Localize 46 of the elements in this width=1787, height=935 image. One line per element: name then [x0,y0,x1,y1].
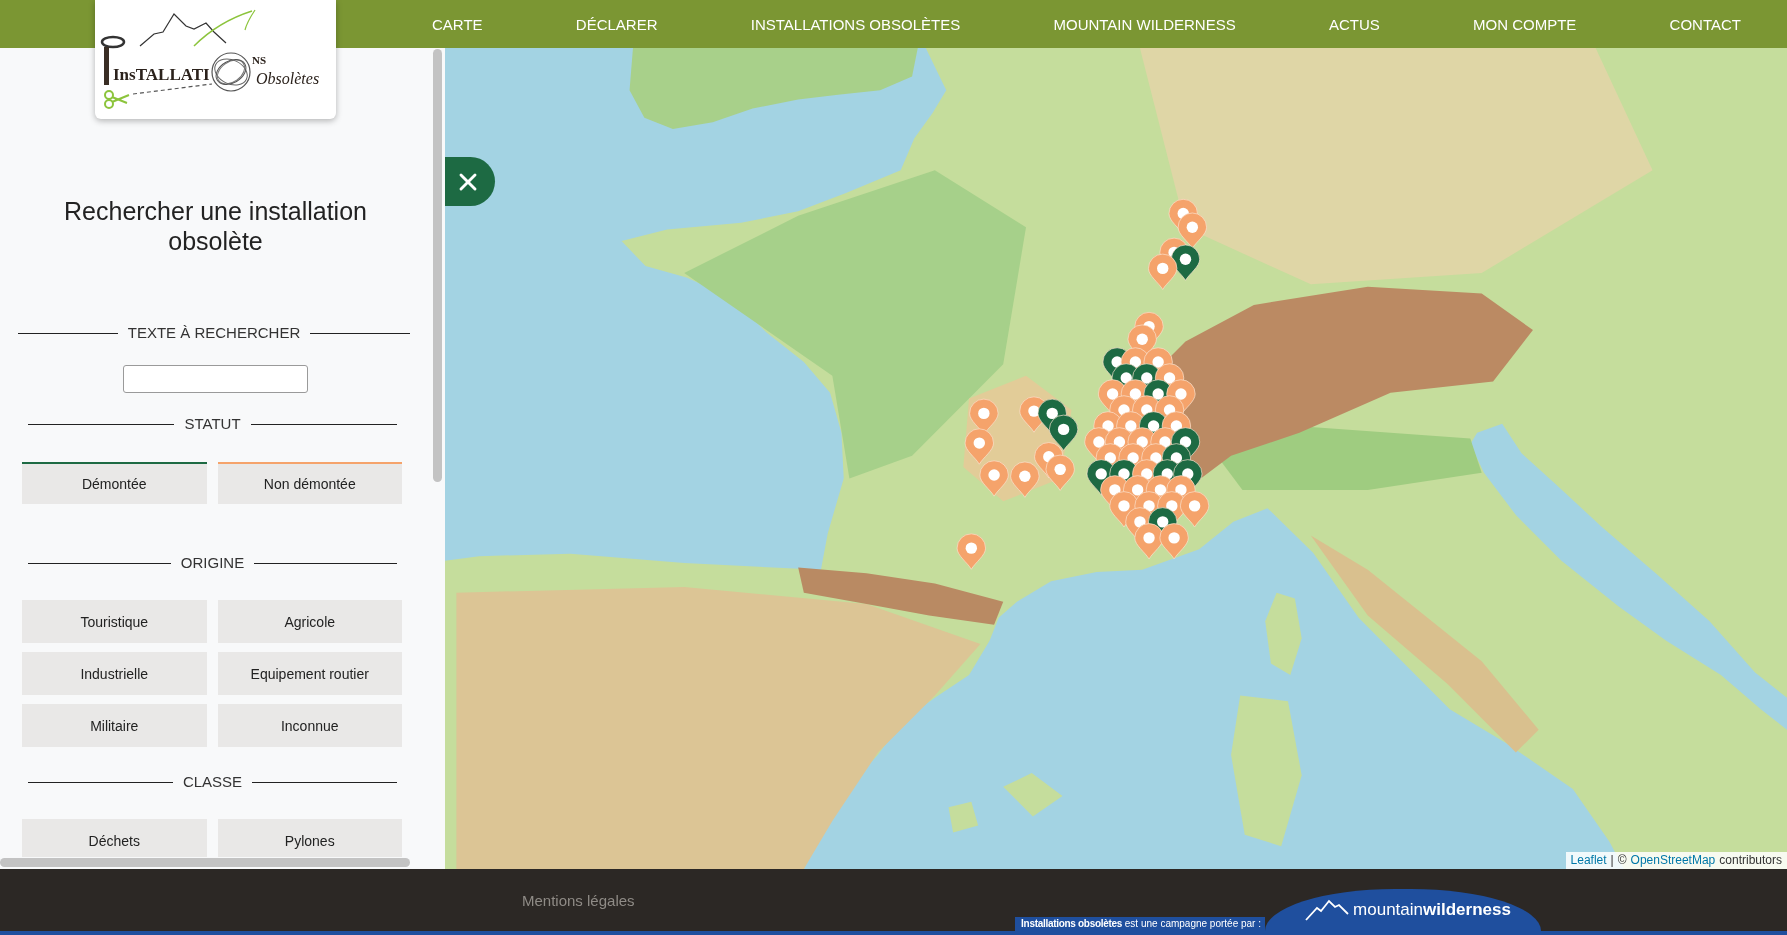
filter-button[interactable]: Touristique [22,600,207,643]
section-heading: STATUT [183,414,242,434]
copyright-sign: © [1617,853,1627,868]
filter-button[interactable]: Déchets [22,819,207,857]
island [1003,773,1063,817]
filter-button[interactable]: Industrielle [22,652,207,695]
campaign-text: Installations obsolètes est une campagne portée par : [1015,917,1265,931]
filter-button[interactable]: Militaire [22,704,207,747]
map-marker[interactable] [1148,253,1178,290]
map-marker[interactable] [1010,461,1040,498]
map-marker[interactable] [1180,491,1210,528]
filter-button[interactable]: Pylones [217,819,402,857]
map-marker[interactable] [1159,523,1189,560]
island [948,801,979,833]
search-field[interactable] [123,365,308,393]
logo-title: InsTALLATI [113,65,210,84]
filter-button[interactable]: Equipement routier [217,652,402,695]
map-marker[interactable] [979,460,1009,497]
vertical-scrollbar[interactable] [433,49,442,482]
logo-subtitle: Obsolètes [256,70,320,87]
mountain-icon [1305,899,1350,921]
scissors-icon [104,90,130,109]
logo-card[interactable]: InsTALLATI NS Obsolètes [95,0,336,119]
map-marker[interactable] [956,533,986,570]
openstreetmap-link[interactable]: OpenStreetMap [1630,853,1716,868]
section-heading: ORIGINE [179,553,246,573]
map-marker[interactable] [1045,454,1075,491]
map-marker[interactable] [964,428,994,465]
section-heading: CLASSE [181,772,244,792]
filter-button[interactable]: Démontée [22,462,207,504]
search-title: Rechercher une installation obsolète [63,196,368,256]
horizontal-scrollbar[interactable] [0,858,410,867]
map-marker[interactable] [1134,523,1164,560]
tangle-icon [211,52,251,92]
legal-notice-link[interactable]: Mentions légales [522,891,635,909]
attribution-text: contributors [1719,853,1782,868]
map-marker[interactable] [1049,414,1079,451]
filter-button[interactable]: Inconnue [217,704,402,747]
partner-link[interactable]: mountainwilderness [1265,889,1541,931]
attribution-separator: | [1610,853,1614,868]
filter-button[interactable]: Non démontée [217,462,402,504]
close-panel-button[interactable] [445,157,495,206]
logo-title-end: NS [252,54,267,66]
section-heading: TEXTE À RECHERCHER [126,323,302,343]
leaflet-link[interactable]: Leaflet [1570,853,1607,868]
filter-button[interactable]: Agricole [217,600,402,643]
